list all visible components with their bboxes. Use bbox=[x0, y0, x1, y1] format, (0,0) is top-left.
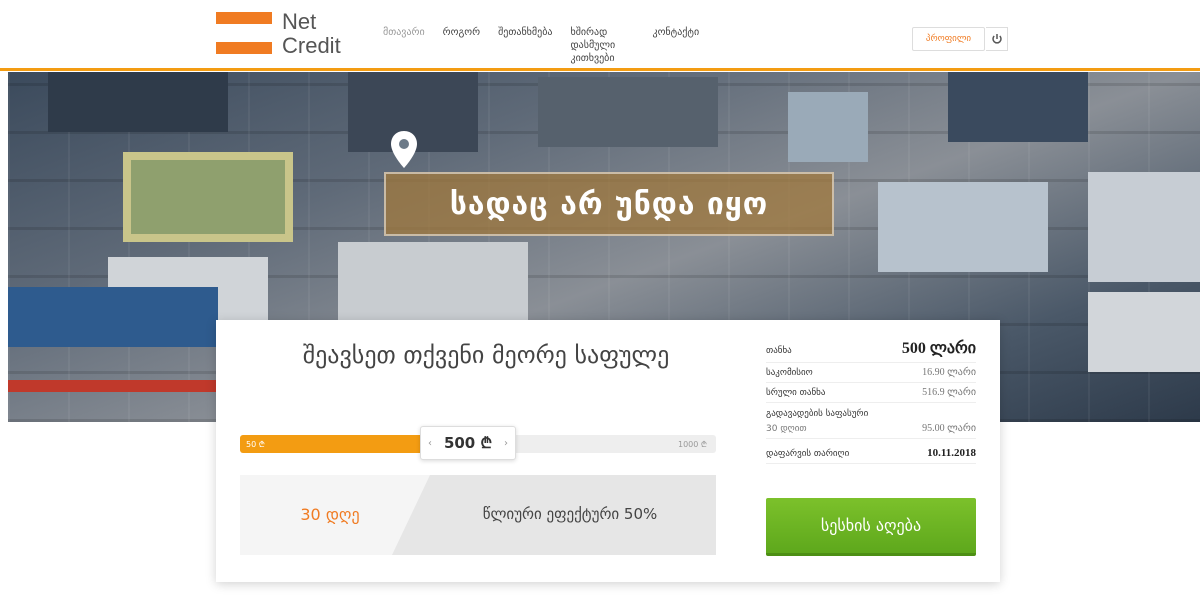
city-block bbox=[338, 242, 528, 322]
site-header: Net Credit მთავარი როგორ შეთანხმება ხშირ… bbox=[0, 0, 1200, 71]
location-pin-icon bbox=[391, 131, 417, 168]
nav-item-faq[interactable]: ხშირად დასმული კითხვები bbox=[570, 26, 634, 65]
calculator-heading: შეავსეთ თქვენი მეორე საფულე bbox=[302, 341, 670, 369]
total-value: 516.9 ლარი bbox=[922, 387, 976, 398]
logo-word-credit: Credit bbox=[282, 33, 341, 58]
main-nav: მთავარი როგორ შეთანხმება ხშირად დასმული … bbox=[383, 26, 699, 65]
summary-row-due: დაფარვის თარიღი 10.11.2018 bbox=[766, 439, 976, 464]
logo-bar-top bbox=[216, 12, 272, 24]
summary-row-fee: საკომისიო 16.90 ლარი bbox=[766, 363, 976, 383]
city-block bbox=[788, 92, 868, 162]
loan-summary: თანხა 500 ლარი საკომისიო 16.90 ლარი სრულ… bbox=[766, 334, 976, 464]
city-block bbox=[1088, 292, 1200, 372]
chevron-left-icon[interactable]: ‹ bbox=[428, 438, 432, 449]
netcredit-logo[interactable]: Net Credit bbox=[216, 10, 366, 60]
nav-item-how[interactable]: როგორ bbox=[443, 26, 480, 65]
city-block bbox=[948, 72, 1088, 142]
amount-label: თანხა bbox=[766, 346, 792, 356]
nav-item-home[interactable]: მთავარი bbox=[383, 26, 425, 65]
city-block bbox=[878, 182, 1048, 272]
summary-row-total: სრული თანხა 516.9 ლარი bbox=[766, 383, 976, 403]
schedule-label: გადავადების საფასური bbox=[766, 409, 869, 419]
fee-value: 16.90 ლარი bbox=[922, 367, 976, 378]
slider-value: 500 ₾ bbox=[443, 434, 493, 452]
summary-row-amount: თანხა 500 ლარი bbox=[766, 334, 976, 363]
city-block bbox=[538, 77, 718, 147]
profile-button[interactable]: პროფილი bbox=[912, 27, 985, 51]
nav-item-contact[interactable]: კონტაქტი bbox=[652, 26, 699, 65]
logo-word-net: Net bbox=[282, 9, 317, 34]
schedule-value: 95.00 ლარი bbox=[922, 423, 976, 434]
hero-title: სადაც არ უნდა იყო bbox=[449, 186, 769, 222]
green-roof-building bbox=[123, 152, 293, 242]
slider-min-label: 50 ₾ bbox=[246, 440, 265, 449]
due-value: 10.11.2018 bbox=[927, 447, 976, 459]
loan-calculator-card: შეავსეთ თქვენი მეორე საფულე 50 ₾ 1000 ₾ … bbox=[216, 320, 1000, 582]
term-box: 30 დღე წლიური ეფექტური 50% bbox=[240, 475, 716, 555]
logo-bar-bottom bbox=[216, 42, 272, 54]
city-block bbox=[8, 287, 218, 347]
amount-value: 500 ლარი bbox=[901, 340, 976, 357]
nav-item-agreement[interactable]: შეთანხმება bbox=[498, 26, 552, 65]
fee-label: საკომისიო bbox=[766, 368, 813, 378]
take-loan-button[interactable]: სესხის აღება bbox=[766, 498, 976, 556]
annual-rate: წლიური ეფექტური 50% bbox=[482, 505, 658, 523]
term-days[interactable]: 30 დღე bbox=[270, 505, 390, 524]
hero-title-box: სადაც არ უნდა იყო bbox=[384, 172, 834, 236]
due-label: დაფარვის თარიღი bbox=[766, 449, 850, 459]
slider-max-label: 1000 ₾ bbox=[678, 440, 708, 449]
summary-row-schedule: 30 დღით 95.00 ლარი bbox=[766, 419, 976, 439]
total-label: სრული თანხა bbox=[766, 388, 826, 398]
city-block bbox=[48, 72, 228, 132]
amount-slider-handle[interactable]: ‹ 500 ₾ › bbox=[420, 426, 516, 460]
red-lane bbox=[8, 380, 218, 392]
chevron-right-icon[interactable]: › bbox=[504, 438, 508, 449]
schedule-days: 30 დღით bbox=[766, 424, 807, 434]
city-block bbox=[1088, 172, 1200, 282]
power-icon[interactable] bbox=[986, 27, 1008, 51]
